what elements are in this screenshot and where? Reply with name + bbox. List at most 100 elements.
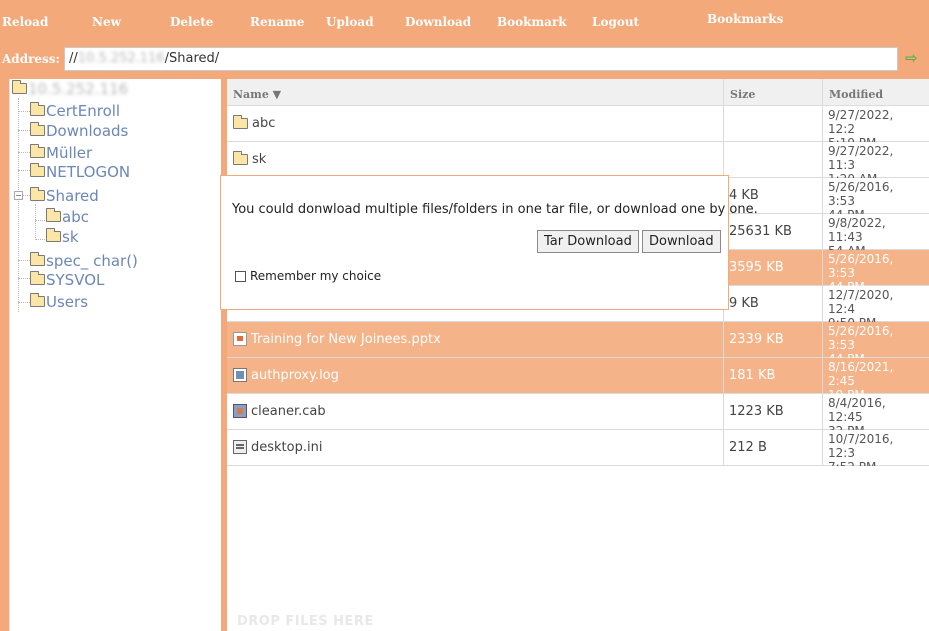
download-button[interactable]: Download: [405, 15, 471, 29]
remember-choice[interactable]: Remember my choice: [235, 269, 381, 283]
table-row[interactable]: Training for New Joinees.pptx 2339 KB 5/26…: [227, 322, 929, 358]
column-header-name[interactable]: Name ▼: [227, 79, 724, 106]
modified-line-1: 9/27/2022, 11:3: [828, 144, 894, 172]
file-modified: 8/16/2021, 2:4519 PM: [823, 358, 929, 394]
tree-item-netlogon[interactable]: NETLOGON: [30, 162, 130, 181]
file-size: [724, 106, 823, 142]
file-name: authproxy.log: [251, 368, 339, 383]
bookmarks-menu[interactable]: Bookmarks: [707, 12, 783, 26]
download-button-dialog[interactable]: Download: [642, 230, 721, 253]
tree-item-spec-char[interactable]: spec_ char(): [30, 251, 138, 270]
folder-icon: [30, 163, 45, 177]
file-name: sk: [252, 152, 267, 167]
toolbar: Reload New Delete Rename Upload Download…: [0, 0, 929, 40]
modified-line-1: 5/26/2016, 3:53: [828, 180, 894, 208]
folder-icon: [233, 115, 248, 129]
folder-icon: [12, 80, 27, 94]
tree-item-users[interactable]: Users: [30, 292, 88, 311]
file-size: 25631 KB: [724, 214, 823, 250]
table-row[interactable]: authproxy.log 181 KB8/16/2021, 2:4519 PM: [227, 358, 929, 394]
bookmark-button[interactable]: Bookmark: [497, 15, 567, 29]
remember-label: Remember my choice: [250, 269, 382, 283]
tree-root[interactable]: 10.5.252.116: [12, 79, 128, 98]
file-modified: 5/26/2016, 3:5344 PM: [823, 250, 929, 286]
modified-line-1: 8/4/2016, 12:45: [828, 396, 886, 424]
file-name-cell: sk: [227, 142, 724, 178]
tar-download-button[interactable]: Tar Download: [537, 230, 639, 253]
folder-icon: [46, 228, 61, 242]
folder-icon: [30, 102, 45, 116]
file-name-cell: Training for New Joinees.pptx: [227, 322, 724, 358]
file-name-cell: desktop.ini: [227, 430, 724, 466]
file-size: 1223 KB: [724, 394, 823, 430]
file-modified: 10/7/2016, 12:37:52 PM: [823, 430, 929, 466]
folder-icon: [233, 151, 248, 165]
remember-checkbox[interactable]: [235, 270, 246, 282]
download-dialog: You could donwload multiple files/folder…: [220, 175, 758, 310]
file-size: 2339 KB: [724, 322, 823, 358]
table-row[interactable]: desktop.ini 212 B10/7/2016, 12:37:52 PM: [227, 430, 929, 466]
modified-line-1: 10/7/2016, 12:3: [828, 432, 894, 460]
pptx-file-icon: [233, 332, 247, 346]
file-size: 181 KB: [724, 358, 823, 394]
folder-icon: [30, 271, 45, 285]
go-arrow-icon[interactable]: ⇨: [905, 49, 918, 67]
file-modified: 9/8/2022, 11:4354 AM: [823, 214, 929, 250]
address-host: 10.5.252.116: [77, 51, 165, 66]
tree-item-sk[interactable]: sk: [46, 227, 79, 246]
collapse-toggle-icon[interactable]: −: [14, 191, 23, 200]
rename-button[interactable]: Rename: [250, 15, 304, 29]
tree-item-sysvol[interactable]: SYSVOL: [30, 270, 104, 289]
folder-icon: [46, 208, 61, 222]
dialog-message: You could donwload multiple files/folder…: [232, 202, 758, 217]
address-input[interactable]: //10.5.252.116/Shared/: [64, 47, 898, 71]
folder-icon: [30, 252, 45, 266]
file-list: Name ▼ Size Modified abc9/27/2022, 12:25…: [227, 79, 929, 631]
folder-icon: [30, 293, 45, 307]
tree-item-certenroll[interactable]: CertEnroll: [30, 101, 120, 120]
column-header-modified[interactable]: Modified: [823, 79, 929, 106]
file-name: cleaner.cab: [251, 404, 326, 419]
modified-line-1: 12/7/2020, 12:4: [828, 288, 894, 316]
modified-line-1: 8/16/2021, 2:45: [828, 360, 894, 388]
logout-button[interactable]: Logout: [592, 15, 639, 29]
reload-button[interactable]: Reload: [2, 15, 48, 29]
table-row[interactable]: cleaner.cab 1223 KB8/4/2016, 12:4532 PM: [227, 394, 929, 430]
modified-line-1: 9/27/2022, 12:2: [828, 108, 894, 136]
file-modified: 9/27/2022, 12:25:19 PM: [823, 106, 929, 142]
file-name-cell: authproxy.log: [227, 358, 724, 394]
tree-item-abc[interactable]: abc: [46, 207, 89, 226]
drop-zone-hint: DROP FILES HERE: [237, 614, 374, 629]
folder-icon: [30, 187, 45, 201]
file-size: 9 KB: [724, 286, 823, 322]
table-row[interactable]: abc 9/27/2022, 12:25:19 PM: [227, 106, 929, 142]
new-button[interactable]: New: [92, 15, 121, 29]
file-name: abc: [252, 116, 276, 131]
address-label: Address:: [2, 52, 60, 66]
folder-icon: [30, 144, 45, 158]
column-header-size[interactable]: Size: [724, 79, 823, 106]
address-prefix: //: [69, 51, 78, 66]
tree-item-shared[interactable]: Shared: [30, 186, 99, 205]
file-size: [724, 142, 823, 178]
table-row[interactable]: sk 9/27/2022, 11:31:20 AM: [227, 142, 929, 178]
file-name-cell: abc: [227, 106, 724, 142]
tree-item-downloads[interactable]: Downloads: [30, 121, 128, 140]
file-size: 212 B: [724, 430, 823, 466]
file-modified: 8/4/2016, 12:4532 PM: [823, 394, 929, 430]
file-modified: 5/26/2016, 3:5344 PM: [823, 322, 929, 358]
file-modified: 9/27/2022, 11:31:20 AM: [823, 142, 929, 178]
ini-file-icon: [233, 440, 247, 454]
upload-button[interactable]: Upload: [326, 15, 374, 29]
folder-tree: − 10.5.252.116 CertEnroll Downloads Müll…: [9, 79, 221, 631]
folder-icon: [30, 122, 45, 136]
file-modified: 5/26/2016, 3:5344 PM: [823, 178, 929, 214]
log-file-icon: [233, 368, 247, 382]
tree-item-muller[interactable]: Müller: [30, 143, 92, 162]
file-size: 3595 KB: [724, 250, 823, 286]
modified-line-2: 7:52 PM: [828, 460, 924, 466]
file-name: Training for New Joinees.pptx: [251, 332, 441, 347]
delete-button[interactable]: Delete: [170, 15, 213, 29]
file-name-cell: cleaner.cab: [227, 394, 724, 430]
modified-line-1: 9/8/2022, 11:43: [828, 216, 886, 244]
